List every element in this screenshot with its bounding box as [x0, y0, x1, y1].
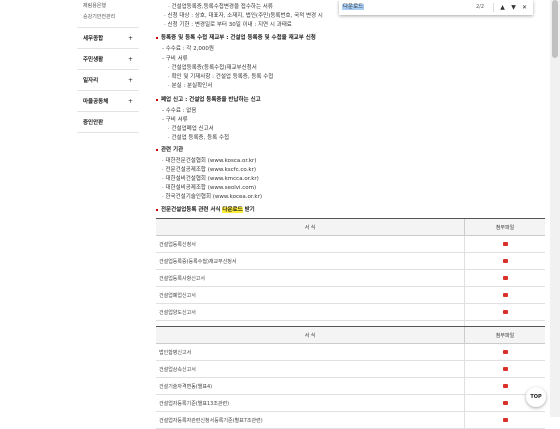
text-line: · 건설업폐업 신고서 [168, 126, 214, 132]
scrollbar-thumb[interactable] [552, 0, 558, 58]
file-download-icon[interactable] [502, 349, 508, 354]
scrollbar[interactable] [550, 0, 560, 417]
table-row: 건설업폐업신고서 [156, 286, 545, 304]
find-bar: 다운로드 2/2 ▲ ▼ ✕ [339, 0, 533, 15]
table-row: 건설업등록사항신고서 [156, 269, 545, 287]
scroll-top-button[interactable]: TOP [526, 387, 546, 407]
sidebar-item-label: 일자리 [83, 78, 99, 84]
text-line: · 신청 대상 : 상호, 대표자, 소재지, 법인(주민)등록번호, 국적 변… [164, 13, 323, 19]
text-line: · 분실 : 분실확인서 [168, 83, 213, 89]
file-download-icon[interactable] [502, 366, 508, 371]
find-close-button[interactable]: ✕ [520, 2, 529, 13]
file-download-icon[interactable] [502, 383, 508, 388]
text-line: - 수수료 : 각 2,000원 [162, 46, 214, 52]
table-row: 건설업양도신고서 [156, 303, 545, 321]
forms-table-2: 서 식 첨부파일 법인합병신고서 건설업상속신고서 건설기술자격변동(별표4) 건… [156, 326, 545, 429]
sidebar-item-tax[interactable]: 세무종합 + [77, 27, 139, 48]
find-next-button[interactable]: ▼ [509, 2, 518, 13]
forms-table-1: 서 식 첨부파일 건설업등록신청서 건설업등록증(등록수첩)재교부신청서 건설업등… [156, 218, 545, 338]
sidebar-item-resident[interactable]: 주민생활 + [77, 48, 139, 69]
text-line: - 구비 서류 [162, 117, 188, 123]
download-heading: 전문건설업등록 관련 서식 다운로드 받기 [156, 205, 255, 213]
sidebar-item-label: 마을공동체 [83, 99, 109, 105]
sidebar-item-label: 주민생활 [83, 57, 104, 63]
text-line: · 건설업등록증(등록수첩)재교부신청서 [168, 65, 257, 71]
file-download-icon[interactable] [502, 258, 508, 263]
sidebar-item-label: 세무종합 [83, 36, 104, 42]
table-header: 첨부파일 [464, 218, 545, 236]
bullet-icon [156, 148, 158, 151]
section-title: 관련 기관 [156, 145, 183, 153]
sidebar-subitems: 제림용은행 승강기안전관리 [77, 0, 139, 23]
text-line: - 구비 서류 [162, 56, 188, 62]
file-download-icon[interactable] [502, 241, 508, 246]
file-download-icon[interactable] [502, 292, 508, 297]
table-header: 첨부파일 [464, 326, 545, 344]
bullet-icon [156, 208, 158, 211]
section-title: 등록증 및 등록 수첩 재교부 : 건설업 등록증 및 수첩을 재교부 신청 [156, 33, 316, 41]
link-line[interactable]: · 대한설비건설협회 (www.kmcca.or.kr) [162, 174, 259, 182]
table-row: 건설기술자격변동(별표4) [156, 377, 545, 395]
sidebar-subitem[interactable]: 승강기안전관리 [83, 12, 139, 23]
file-download-icon[interactable] [502, 417, 508, 422]
table-row: 건설업자등록자관련신청서등록기준(별표7조관련) [156, 411, 545, 429]
sidebar-item-label: 중인안판 [83, 120, 104, 126]
table-header: 서 식 [156, 326, 465, 344]
text-line: · 건설업 등록증, 등록 수첩 [168, 135, 230, 141]
table-row: 건설업상속신고서 [156, 360, 545, 378]
sidebar-subitem[interactable]: 제림용은행 [83, 1, 139, 12]
link-line[interactable]: · 전문건설공제조합 (www.kscfc.co.kr) [162, 165, 256, 173]
sidebar-item-other[interactable]: 중인안판 [77, 111, 139, 133]
file-download-icon[interactable] [502, 309, 508, 314]
link-line[interactable]: · 대한전문건설협회 (www.kosca.or.kr) [162, 156, 256, 164]
plus-icon: + [127, 76, 133, 84]
find-match-count: 2/2 [476, 4, 485, 10]
text-line: · 건설업등록증,등록수첩변경을 접수하는 서류 [168, 4, 273, 10]
plus-icon: + [127, 55, 133, 63]
file-download-icon[interactable] [502, 275, 508, 280]
table-row: 건설업등록신청서 [156, 235, 545, 253]
sidebar: 제림용은행 승강기안전관리 세무종합 + 주민생활 + 일자리 + 마을공동체 + 중인… [77, 0, 139, 133]
bullet-icon [156, 98, 158, 101]
section-title: 폐업 신고 : 건설업 등록증을 반납하는 신고 [156, 95, 261, 103]
plus-icon: + [127, 97, 133, 105]
table-row: 건설업등록증(등록수첩)재교부신청서 [156, 252, 545, 270]
link-line[interactable]: · 대한설비공제조합 (www.seolvi.com) [162, 183, 256, 191]
table-row: 건설업자등록기준(별표13조관련) [156, 394, 545, 412]
sidebar-item-jobs[interactable]: 일자리 + [77, 69, 139, 90]
text-line: - 수수료 : 없음 [162, 108, 197, 114]
sidebar-item-community[interactable]: 마을공동체 + [77, 90, 139, 111]
file-download-icon[interactable] [502, 400, 508, 405]
text-line: · 확인 및 기재사항 : 건설업 등록증, 등록 수첩 [168, 74, 274, 80]
plus-icon: + [127, 34, 133, 42]
table-row: 법인합병신고서 [156, 343, 545, 361]
divider [493, 3, 494, 12]
table-header: 서 식 [156, 218, 465, 236]
find-prev-button[interactable]: ▲ [498, 2, 507, 13]
link-line[interactable]: · 한국건설기술인협회 (www.kocea.or.kr) [162, 192, 262, 200]
bullet-icon [156, 36, 158, 39]
find-input[interactable]: 다운로드 [342, 2, 462, 13]
text-line: · 신청 기한 : 변경일로 부터 30일 이내 : 지연 시 과태료 [164, 22, 292, 28]
